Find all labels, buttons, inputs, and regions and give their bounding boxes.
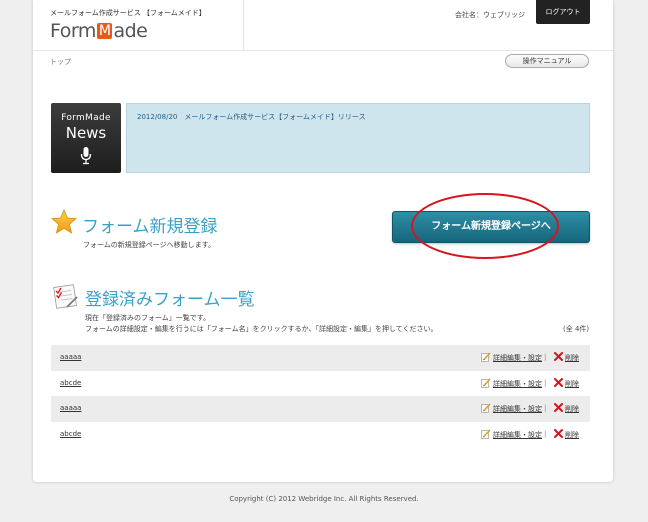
microphone-icon xyxy=(80,147,92,165)
link-separator: | xyxy=(544,404,547,412)
news-item[interactable]: 2012/08/20 メールフォーム作成サービス【フォームメイド】リリース xyxy=(137,112,366,122)
news-badge: FormMade News xyxy=(51,103,121,173)
delete-x-icon[interactable] xyxy=(554,377,563,387)
form-list-description-1: 現在「登録済みのフォーム」一覧です。 xyxy=(85,314,211,322)
edit-pencil-icon[interactable] xyxy=(481,377,491,388)
delete-link[interactable]: 削除 xyxy=(565,404,579,414)
logout-button[interactable]: ログアウト xyxy=(536,0,590,24)
form-name-link[interactable]: abcde xyxy=(60,379,81,387)
edit-pencil-icon[interactable] xyxy=(481,428,491,439)
delete-x-icon[interactable] xyxy=(554,403,563,412)
delete-link[interactable]: 削除 xyxy=(565,379,579,389)
form-list-title: 登録済みフォーム一覧 xyxy=(85,290,255,310)
footer-copyright: Copyright (C) 2012 Webridge Inc. All Rig… xyxy=(229,495,419,503)
delete-link[interactable]: 削除 xyxy=(565,430,579,440)
new-form-title: フォーム新規登録 xyxy=(82,217,218,237)
edit-pencil-icon[interactable] xyxy=(481,403,491,413)
delete-x-icon[interactable] xyxy=(554,428,563,438)
edit-settings-link[interactable]: 詳細編集・設定 xyxy=(493,404,542,414)
breadcrumb[interactable]: トップ xyxy=(50,57,71,67)
form-count: (全 4件) xyxy=(563,325,590,333)
table-row: aaaaa 詳細編集・設定 | 削除 xyxy=(51,345,590,371)
edit-settings-link[interactable]: 詳細編集・設定 xyxy=(493,353,542,363)
form-table: aaaaa 詳細編集・設定 | 削除 abcde 詳細編集・設定 | 削除 aa… xyxy=(51,345,590,447)
header-divider xyxy=(243,0,244,50)
link-separator: | xyxy=(544,429,547,438)
link-separator: | xyxy=(544,353,547,361)
star-icon xyxy=(51,209,77,234)
logo-prefix: Form xyxy=(50,20,96,42)
header-rule xyxy=(33,50,613,51)
delete-x-icon[interactable] xyxy=(554,352,563,361)
edit-pencil-icon[interactable] xyxy=(481,352,491,362)
checklist-icon xyxy=(53,284,78,309)
news-box: 2012/08/20 メールフォーム作成サービス【フォームメイド】リリース xyxy=(126,103,590,173)
edit-settings-link[interactable]: 詳細編集・設定 xyxy=(493,379,542,389)
company-name: 会社名：ウェブリッジ xyxy=(455,11,525,19)
link-separator: | xyxy=(544,378,547,387)
form-name-link[interactable]: aaaaa xyxy=(60,353,81,361)
delete-link[interactable]: 削除 xyxy=(565,353,579,363)
news-badge-line2: News xyxy=(65,124,107,142)
form-list-description-2: フォームの詳細設定・編集を行うには「フォーム名」をクリックするか、「詳細設定・編… xyxy=(85,325,438,333)
form-name-link[interactable]: abcde xyxy=(60,430,81,438)
new-form-description: フォームの新規登録ページへ移動します。 xyxy=(83,241,215,249)
mail-envelope-icon: M xyxy=(96,23,113,39)
page-container: メールフォーム作成サービス 【フォームメイド】 Form Made 会社名：ウェブ… xyxy=(33,0,613,482)
logo-suffix: ade xyxy=(113,20,148,42)
form-name-link[interactable]: aaaaa xyxy=(60,404,81,412)
edit-settings-link[interactable]: 詳細編集・設定 xyxy=(493,430,542,440)
highlight-oval xyxy=(411,193,559,259)
table-row: abcde 詳細編集・設定 | 削除 xyxy=(51,371,590,397)
table-row: abcde 詳細編集・設定 | 削除 xyxy=(51,422,590,448)
news-badge-line1: FormMade xyxy=(61,113,111,123)
service-name: メールフォーム作成サービス 【フォームメイド】 xyxy=(50,9,206,17)
manual-button[interactable]: 操作マニュアル xyxy=(505,54,589,68)
formmade-logo[interactable]: Form Made xyxy=(50,20,148,42)
table-row: aaaaa 詳細編集・設定 | 削除 xyxy=(51,396,590,422)
